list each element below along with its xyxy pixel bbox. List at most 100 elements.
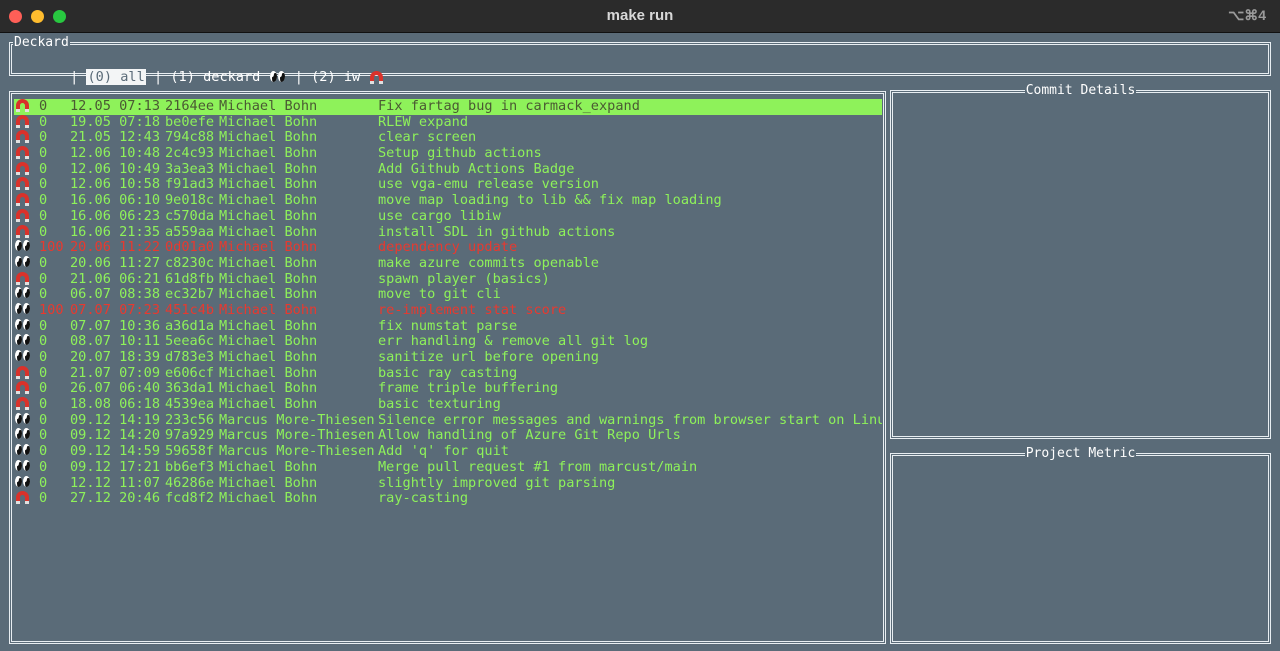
commit-row[interactable]: 0 08.07 10:11 5eea6c Michael Bohn err handli… xyxy=(14,334,882,350)
commit-message: basic texturing xyxy=(378,397,501,413)
commit-score: 100 xyxy=(39,240,64,256)
commit-message: install SDL in github actions xyxy=(378,224,616,240)
commit-row[interactable]: 0 09.12 14:20 97a929 Marcus More-Thiesen All… xyxy=(14,428,882,444)
commit-message: move to git cli xyxy=(378,287,501,303)
commit-row[interactable]: 0 12.06 10:49 3a3ea3 Michael Bohn Add Github… xyxy=(14,161,882,178)
commit-row[interactable]: 0 16.06 21:35 a559aa Michael Bohn install SD… xyxy=(14,224,882,241)
commit-row[interactable]: 100 20.06 11:22 0d01a0 Michael Bohn dependen… xyxy=(14,240,882,256)
magnet-icon xyxy=(16,161,29,175)
commit-row[interactable]: 0 21.05 12:43 794c88 Michael Bohn clear scre… xyxy=(14,130,882,146)
commit-row[interactable]: 0 12.06 10:58 f91ad3 Michael Bohn use vga-em… xyxy=(14,177,882,193)
commit-row[interactable]: 0 16.06 06:10 9e018c Michael Bohn move map l… xyxy=(14,193,882,209)
window-title: make run xyxy=(606,7,674,24)
commit-row[interactable]: 0 09.12 14:59 59658f Marcus More-Thiesen Add… xyxy=(14,444,882,460)
magnet-icon xyxy=(16,224,29,238)
commit-score: 0 xyxy=(39,114,48,130)
commit-score: 100 xyxy=(39,302,64,318)
commit-row[interactable]: 0 20.06 11:27 c8230c Michael Bohn make azure… xyxy=(14,255,882,272)
tab-deckard[interactable]: | (1) deckard xyxy=(146,69,287,85)
commit-score: 0 xyxy=(39,444,48,460)
commit-score: 0 xyxy=(39,224,48,240)
commit-message: err handling & remove all git log xyxy=(378,334,649,350)
magnet-icon xyxy=(16,208,29,222)
commit-author: Michael Bohn xyxy=(219,130,318,146)
commit-message: Setup github actions xyxy=(378,146,542,162)
commit-author: Michael Bohn xyxy=(219,350,318,365)
commit-row[interactable]: 100 07.07 07:23 451c4b Michael Bohn re-imple… xyxy=(14,302,882,319)
eyes-icon xyxy=(14,444,32,456)
commit-author: Michael Bohn xyxy=(219,161,318,177)
commit-hash: 59658f xyxy=(165,444,215,460)
commit-row[interactable]: 0 21.06 06:21 61d8fb Michael Bohn spawn play… xyxy=(14,271,882,288)
tab-iw[interactable]: | (2) iw xyxy=(287,69,384,85)
commit-author: Michael Bohn xyxy=(219,365,318,381)
commit-date: 06.07 08:38 xyxy=(70,287,161,303)
commit-score: 0 xyxy=(39,350,48,365)
commit-log-panel[interactable]: 0 12.05 07:13 2164ee Michael Bohn Fix fartag… xyxy=(9,91,886,644)
commit-row[interactable]: 0 18.08 06:18 4539ea Michael Bohn basic text… xyxy=(14,397,882,413)
commit-author: Michael Bohn xyxy=(219,318,318,334)
commit-row[interactable]: 0 20.07 18:39 d783e3 Michael Bohn sanitize u… xyxy=(14,350,882,366)
commit-message: clear screen xyxy=(378,130,477,146)
commit-hash: 46286e xyxy=(165,475,215,491)
commit-row[interactable]: 0 12.12 11:07 46286e Michael Bohn slightly i… xyxy=(14,475,882,492)
commit-row[interactable]: 0 09.12 14:19 233c56 Marcus More-Thiesen Sil… xyxy=(14,412,882,429)
commit-row[interactable]: 0 21.07 07:09 e606cf Michael Bohn basic ray … xyxy=(14,365,882,382)
commit-message: Merge pull request #1 from marcust/main xyxy=(378,459,698,475)
tab-all[interactable]: (0) all xyxy=(86,69,146,85)
commit-row[interactable]: 0 06.07 08:38 ec32b7 Michael Bohn move to gi… xyxy=(14,287,882,303)
commit-author: Michael Bohn xyxy=(219,271,318,287)
commit-hash: 0d01a0 xyxy=(165,240,215,256)
window-shortcut: ⌥⌘4 xyxy=(1228,7,1266,23)
commit-hash: a36d1a xyxy=(165,318,215,334)
commit-row[interactable]: 0 16.06 06:23 c570da Michael Bohn use cargo … xyxy=(14,208,882,225)
commit-author: Michael Bohn xyxy=(219,177,318,193)
commit-hash: d783e3 xyxy=(165,350,215,365)
commit-hash: c570da xyxy=(165,208,215,224)
commit-date: 09.12 14:20 xyxy=(70,428,161,444)
magnet-icon xyxy=(16,491,29,505)
eyes-icon xyxy=(269,71,287,83)
commit-date: 26.07 06:40 xyxy=(70,381,161,397)
commit-hash: a559aa xyxy=(165,224,215,240)
commit-row[interactable]: 0 19.05 07:18 be0efe Michael Bohn RLEW expan… xyxy=(14,114,882,131)
eyes-icon xyxy=(14,287,32,299)
commit-row[interactable]: 0 07.07 10:36 a36d1a Michael Bohn fix numsta… xyxy=(14,318,882,335)
commit-message: sanitize url before opening xyxy=(378,350,599,365)
commit-date: 09.12 14:19 xyxy=(70,412,161,428)
commit-message: RLEW expand xyxy=(378,114,469,130)
commit-date: 21.07 07:09 xyxy=(70,365,161,381)
commit-hash: fcd8f2 xyxy=(165,491,215,507)
commit-details-panel: Commit Details xyxy=(890,83,1271,439)
commit-details-title: Commit Details xyxy=(1024,83,1137,98)
commit-date: 07.07 07:23 xyxy=(70,302,161,318)
commit-list[interactable]: 0 12.05 07:13 2164ee Michael Bohn Fix fartag… xyxy=(14,99,882,507)
commit-date: 12.06 10:48 xyxy=(70,146,161,162)
commit-message: use vga-emu release version xyxy=(378,177,599,193)
commit-score: 0 xyxy=(39,271,48,287)
commit-row[interactable]: 0 12.05 07:13 2164ee Michael Bohn Fix fartag… xyxy=(14,99,882,115)
commit-score: 0 xyxy=(39,130,48,146)
commit-row[interactable]: 0 27.12 20:46 fcd8f2 Michael Bohn ray-castin… xyxy=(14,491,882,507)
tab-deckard-label: | (1) deckard xyxy=(145,69,269,85)
app-name: Deckard xyxy=(13,35,70,51)
commit-row[interactable]: 0 26.07 06:40 363da1 Michael Bohn frame trip… xyxy=(14,381,882,397)
commit-date: 27.12 20:46 xyxy=(70,491,161,507)
commit-author: Michael Bohn xyxy=(219,114,318,130)
magnet-icon xyxy=(16,130,29,144)
commit-date: 20.07 18:39 xyxy=(70,350,161,365)
title-bar: make run ⌥⌘4 xyxy=(0,0,1280,33)
commit-message: ray-casting xyxy=(378,491,469,507)
commit-score: 0 xyxy=(39,491,48,507)
eyes-icon xyxy=(14,412,32,425)
commit-hash: 4539ea xyxy=(165,397,215,413)
commit-score: 0 xyxy=(39,334,48,350)
commit-message: Fix fartag bug in carmack_expand xyxy=(378,99,640,114)
commit-score: 0 xyxy=(39,161,48,177)
commit-row[interactable]: 0 12.06 10:48 2c4c93 Michael Bohn Setup gith… xyxy=(14,146,882,162)
commit-hash: 363da1 xyxy=(165,381,215,397)
commit-author: Michael Bohn xyxy=(219,381,318,397)
commit-hash: 3a3ea3 xyxy=(165,161,215,177)
eyes-icon xyxy=(14,459,32,472)
commit-row[interactable]: 0 09.12 17:21 bb6ef3 Michael Bohn Merge pull… xyxy=(14,459,882,476)
